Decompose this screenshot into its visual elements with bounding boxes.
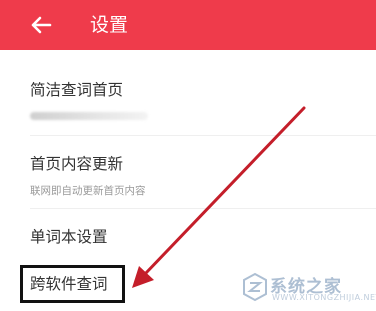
watermark: 系统之家 WWW.XITONGZHIJIA.NET [242, 268, 376, 306]
annotation-arrow [132, 106, 306, 288]
watermark-logo-icon [243, 272, 267, 302]
watermark-url: WWW.XITONGZHIJIA.NET [272, 293, 376, 302]
